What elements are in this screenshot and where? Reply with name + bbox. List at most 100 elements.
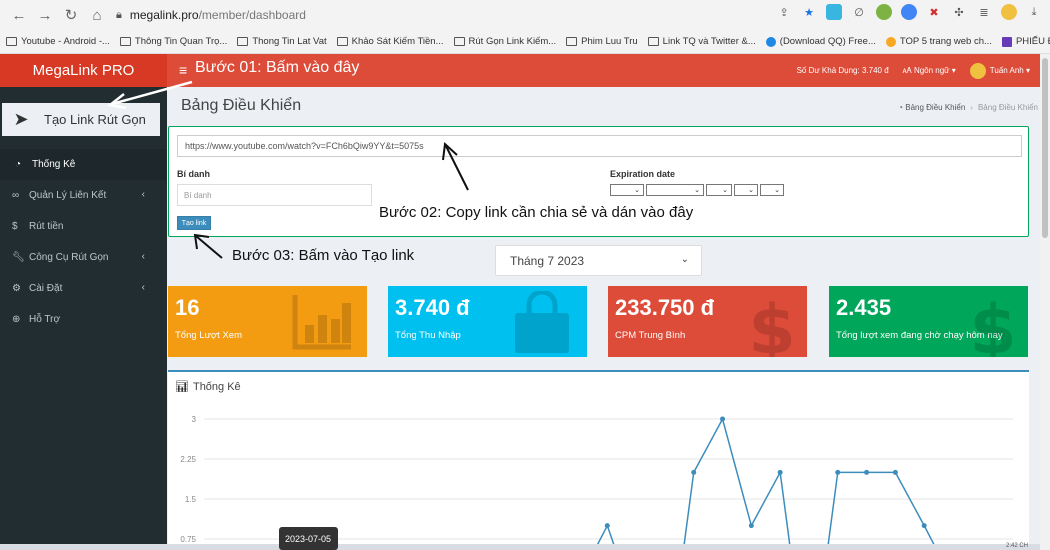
scrollbar-thumb[interactable] xyxy=(1042,58,1048,238)
url-path: /member/dashboard xyxy=(198,8,306,22)
sidebar-item-statistics[interactable]: ◔ Thống Kê xyxy=(0,149,167,180)
download-icon[interactable]: ⤓ xyxy=(1026,4,1042,20)
chart-point xyxy=(921,523,927,529)
chart-point xyxy=(864,469,870,475)
puzzle-icon[interactable]: ✣ xyxy=(951,4,967,20)
extensions-area: ⇪ ★ ∅ ✖ ✣ ≣ ⤓ xyxy=(776,4,1042,20)
sidebar-item-settings[interactable]: ⚙ Cài Đặt ‹ xyxy=(0,273,167,304)
share-icon[interactable]: ⇪ xyxy=(776,4,792,20)
star-icon[interactable]: ★ xyxy=(801,4,817,20)
folder-icon xyxy=(6,37,17,46)
annotation-step1: Bước 01: Bấm vào đây xyxy=(195,59,360,76)
statistics-chart-panel: 3 2.25 1.5 0.75 📊︎ Thống Kê xyxy=(168,370,1029,550)
gears-icon: ⚙ xyxy=(12,283,21,294)
shorten-form: https://www.youtube.com/watch?v=FCh6bQiw… xyxy=(168,126,1029,237)
sidebar-item-links[interactable]: ∞ Quản Lý Liên Kết ‹ xyxy=(0,180,167,211)
user-menu[interactable]: Tuấn Anh ▾ xyxy=(969,62,1030,79)
bookmark-item[interactable]: Phim Luu Tru xyxy=(566,36,638,47)
breadcrumb-current: Bảng Điều Khiển xyxy=(977,103,1038,112)
chart-point xyxy=(604,523,610,529)
chart-y-tick-label: 3 xyxy=(192,415,197,424)
chevron-down-icon: ⌄ xyxy=(680,254,689,265)
chart-point xyxy=(748,523,754,529)
chart-point xyxy=(720,416,726,422)
expiration-month-select[interactable]: ⌄ xyxy=(646,184,704,196)
bookmark-item[interactable]: Youtube - Android -... xyxy=(6,36,110,47)
expiration-label: Expiration date xyxy=(610,169,676,179)
annotation-step3: Bước 03: Bấm vào Tạo link xyxy=(232,247,415,264)
chevron-left-icon: ‹ xyxy=(141,251,145,262)
chart-title: 📊︎ Thống Kê xyxy=(175,381,241,393)
menu-toggle-icon[interactable]: ≡ xyxy=(179,62,187,78)
expiration-hour-select[interactable]: ⌄ xyxy=(734,184,758,196)
address-bar[interactable]: 🔒︎ megalink.pro/member/dashboard xyxy=(116,4,306,26)
long-url-input[interactable]: https://www.youtube.com/watch?v=FCh6bQiw… xyxy=(177,135,1022,157)
bar-chart-icon xyxy=(292,295,351,350)
chevron-left-icon: ‹ xyxy=(141,189,145,200)
breadcrumb-separator-icon: › xyxy=(970,103,973,112)
chart-y-tick-label: 0.75 xyxy=(180,535,196,544)
extension-icon[interactable]: ∅ xyxy=(851,4,867,20)
create-short-link-button[interactable]: ➤ Tạo Link Rút Gọn xyxy=(2,103,160,136)
bookmark-item[interactable]: TOP 5 trang web ch... xyxy=(885,36,992,47)
bar-chart-icon: 📊︎ xyxy=(175,381,189,393)
stat-average-cpm: 233.750 đ CPM Trung Bình $ xyxy=(608,286,807,357)
create-link-button[interactable]: Tạo link xyxy=(177,216,211,230)
annotation-step2: Bước 02: Copy link cần chia sẻ và dán và… xyxy=(379,204,694,221)
bookmark-item[interactable]: Thong Tin Lat Vat xyxy=(237,36,327,47)
bookmark-item[interactable]: Link TQ và Twitter &... xyxy=(647,36,756,47)
page-title: Bảng Điều Khiển xyxy=(181,97,302,114)
bookmark-item[interactable]: PHIẾU ĐĂNG KÝ TH... xyxy=(1001,36,1050,47)
folder-icon xyxy=(336,37,348,46)
expiration-year-select[interactable]: ⌄ xyxy=(706,184,732,196)
reading-list-icon[interactable]: ≣ xyxy=(976,4,992,20)
language-menu[interactable]: 🗚︎ Ngôn ngữ ▾ xyxy=(903,66,956,76)
expiration-minute-select[interactable]: ⌄ xyxy=(760,184,784,196)
dashboard-icon: ◔ xyxy=(15,159,22,170)
dollar-icon: $ xyxy=(970,291,1016,357)
paper-plane-icon: ➤ xyxy=(13,109,29,129)
lifebuoy-icon: ⊕ xyxy=(12,314,21,325)
bookmark-item[interactable]: Rút Gọn Link Kiếm... xyxy=(453,36,556,47)
home-icon[interactable]: ⌂ xyxy=(86,4,108,26)
stat-total-views: 16 Tổng Lượt Xem xyxy=(168,286,367,357)
bookmarks-bar: Youtube - Android -... Thông Tin Quan Tr… xyxy=(0,30,1050,54)
sidebar-menu: ◔ Thống Kê ∞ Quản Lý Liên Kết ‹ $ Rút ti… xyxy=(0,149,167,335)
sidebar-item-support[interactable]: ⊕ Hỗ Trợ xyxy=(0,304,167,335)
chart-tooltip: 2023-07-05 xyxy=(279,527,338,550)
reload-icon[interactable]: ↻ xyxy=(60,4,82,26)
month-select[interactable]: Tháng 7 2023 ⌄ xyxy=(495,245,702,276)
sidebar-item-tools[interactable]: 🔧︎ Công Cụ Rút Gọn ‹ xyxy=(0,242,167,273)
folder-icon xyxy=(237,37,249,46)
chart-point xyxy=(777,469,783,475)
extension-icon[interactable]: ✖ xyxy=(926,4,942,20)
expiration-day-select[interactable]: ⌄ xyxy=(610,184,644,196)
link-icon: ∞ xyxy=(12,190,20,201)
profile-icon[interactable] xyxy=(1001,4,1017,20)
chart-point xyxy=(835,469,841,475)
chart-point xyxy=(691,469,697,475)
bookmark-item[interactable]: Thông Tin Quan Trọ... xyxy=(119,36,227,47)
folder-icon xyxy=(119,37,131,46)
url-domain: megalink.pro xyxy=(129,8,199,22)
forward-icon[interactable]: → xyxy=(34,4,56,26)
breadcrumb-home[interactable]: ◔ Bảng Điều Khiển xyxy=(898,103,965,112)
alias-input[interactable]: Bí danh xyxy=(177,184,372,206)
expiration-selects: ⌄ ⌄ ⌄ ⌄ ⌄ xyxy=(610,184,784,196)
svg-text:$: $ xyxy=(749,291,795,357)
wrench-icon: 🔧︎ xyxy=(12,252,25,263)
sidebar-item-withdraw[interactable]: $ Rút tiền xyxy=(0,211,167,242)
site-icon xyxy=(885,36,896,47)
extension-icon[interactable] xyxy=(876,4,892,20)
bookmark-item[interactable]: (Download QQ) Free... xyxy=(765,36,876,47)
extension-icon[interactable] xyxy=(826,4,842,20)
app-logo[interactable]: MegaLink PRO xyxy=(0,54,167,87)
scrollbar[interactable] xyxy=(1040,54,1050,550)
extension-icon[interactable] xyxy=(901,4,917,20)
qq-icon xyxy=(765,36,776,47)
arrow-step3 xyxy=(193,233,223,259)
chevron-left-icon: ‹ xyxy=(141,282,145,293)
bookmark-item[interactable]: Khảo Sát Kiếm Tiền... xyxy=(336,36,444,47)
back-icon[interactable]: ← xyxy=(8,4,30,26)
folder-icon xyxy=(453,37,465,46)
